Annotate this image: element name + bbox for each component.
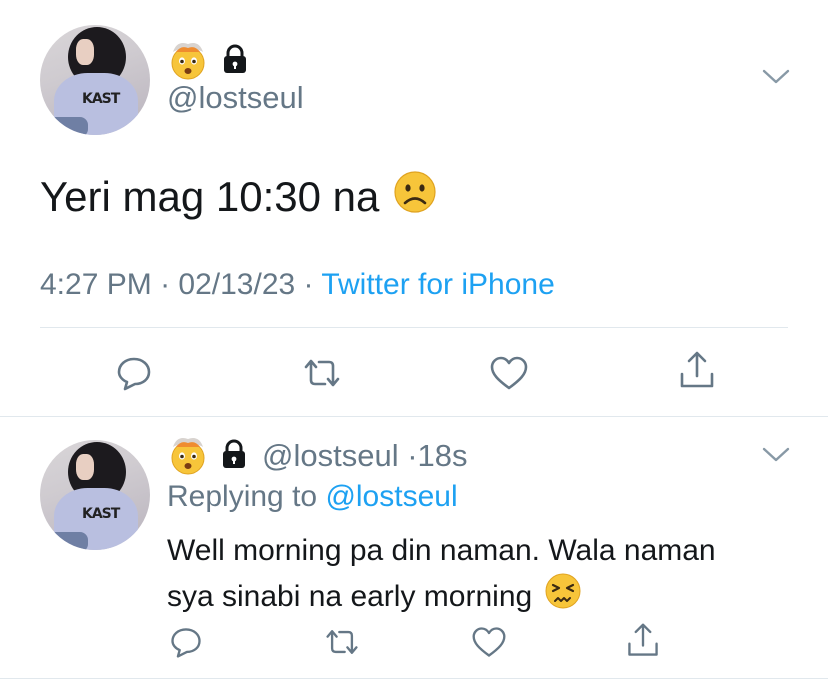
avatar-print-text: KAST [82, 506, 120, 522]
like-icon[interactable] [488, 353, 530, 393]
lock-icon [218, 438, 250, 470]
retweet-icon[interactable] [300, 353, 344, 393]
retweet-icon[interactable] [322, 624, 362, 660]
bottom-divider [0, 678, 828, 679]
divider [40, 327, 788, 328]
meta-separator: · [160, 268, 171, 301]
exploding-head-icon [167, 38, 209, 80]
avatar-print-text: KAST [82, 91, 120, 107]
replying-to-label: Replying to [167, 480, 318, 513]
reply-text-line: Well morning pa din naman. Wala naman [167, 534, 716, 567]
replying-to-handle[interactable]: @lostseul [325, 480, 457, 513]
persevering-face-icon [544, 572, 582, 622]
like-icon[interactable] [470, 624, 508, 660]
reply-text-line: sya sinabi na early morning [167, 580, 533, 613]
tweet-source[interactable]: Twitter for iPhone [321, 268, 554, 301]
share-icon[interactable] [624, 622, 662, 660]
chevron-down-icon[interactable] [760, 66, 792, 93]
tweet-time[interactable]: 4:27 PM [40, 268, 152, 301]
meta-separator: · [303, 268, 314, 301]
author-handle[interactable]: @lostseul [262, 438, 399, 473]
lock-icon [219, 43, 251, 75]
meta-separator: · [407, 438, 418, 473]
reply-header: @lostseul ·18s [262, 438, 468, 474]
replying-to: Replying to @lostseul [167, 480, 458, 514]
author-handle[interactable]: @lostseul [167, 80, 304, 116]
avatar[interactable]: KAST [40, 440, 150, 550]
avatar[interactable]: KAST [40, 25, 150, 135]
reply-text: Well morning pa din naman. Wala naman sy… [167, 530, 807, 622]
tweet-text-content: Yeri mag 10:30 na [40, 173, 380, 220]
reply-icon[interactable] [114, 353, 154, 393]
tweet-meta: 4:27 PM · 02/13/23 · Twitter for iPhone [40, 268, 555, 302]
chevron-down-icon[interactable] [760, 444, 792, 471]
tweet-age[interactable]: 18s [418, 438, 468, 473]
exploding-head-icon [167, 433, 209, 475]
tweet-date[interactable]: 02/13/23 [178, 268, 295, 301]
tweet-text: Yeri mag 10:30 na [40, 170, 437, 224]
section-divider [0, 416, 828, 417]
reply-icon[interactable] [168, 624, 204, 660]
frowning-face-icon [393, 170, 437, 224]
share-icon[interactable] [676, 350, 718, 392]
